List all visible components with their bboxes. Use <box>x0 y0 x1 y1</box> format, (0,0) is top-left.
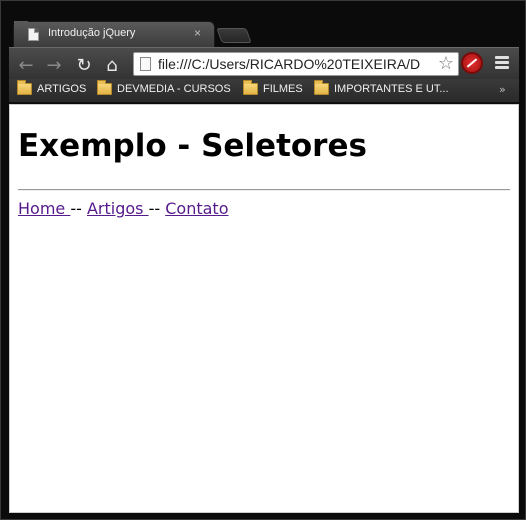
bookmarks-bar: ARTIGOS DEVMEDIA - CURSOS FILMES IMPORTA… <box>9 79 519 103</box>
extension-icon[interactable] <box>461 52 483 74</box>
bookmark-artigos[interactable]: ARTIGOS <box>17 80 87 95</box>
reload-button[interactable]: ↻ <box>73 54 95 76</box>
address-bar[interactable]: file:///C:/Users/RICARDO%20TEIXEIRA/D ☆ <box>133 52 459 76</box>
new-tab-button[interactable] <box>216 28 252 43</box>
link-home[interactable]: Home <box>18 199 70 218</box>
folder-icon <box>97 80 112 95</box>
link-contato[interactable]: Contato <box>165 199 228 218</box>
nav-links: Home -- Artigos -- Contato <box>18 199 510 218</box>
star-icon[interactable]: ☆ <box>438 53 454 74</box>
page-viewport: Exemplo - Seletores Home -- Artigos -- C… <box>9 104 519 513</box>
link-separator: -- <box>70 199 87 218</box>
tab-strip: Introdução jQuery × <box>9 19 519 47</box>
close-tab-icon[interactable]: × <box>194 26 201 40</box>
back-button[interactable]: ← <box>15 54 37 76</box>
folder-icon <box>17 80 32 95</box>
page-icon <box>28 28 39 41</box>
divider <box>18 189 510 191</box>
bookmark-label: IMPORTANTES E UT... <box>334 83 449 95</box>
browser-window: Introdução jQuery × ← → ↻ ⌂ file:///C:/U… <box>0 0 526 520</box>
bookmark-filmes[interactable]: FILMES <box>243 80 303 95</box>
link-separator: -- <box>148 199 166 218</box>
home-button[interactable]: ⌂ <box>101 54 123 76</box>
page-content: Exemplo - Seletores Home -- Artigos -- C… <box>10 105 518 218</box>
folder-icon <box>314 80 329 95</box>
link-artigos[interactable]: Artigos <box>87 199 149 218</box>
toolbar: ← → ↻ ⌂ file:///C:/Users/RICARDO%20TEIXE… <box>9 47 519 79</box>
menu-icon[interactable] <box>495 56 509 71</box>
bookmark-label: DEVMEDIA - CURSOS <box>117 83 231 95</box>
page-icon <box>140 57 151 71</box>
more-bookmarks-icon[interactable]: » <box>499 83 506 96</box>
tab-title: Introdução jQuery <box>48 27 136 39</box>
active-tab[interactable]: Introdução jQuery × <box>13 21 215 47</box>
bookmark-importantes[interactable]: IMPORTANTES E UT... <box>314 80 449 95</box>
folder-icon <box>243 80 258 95</box>
url-text[interactable]: file:///C:/Users/RICARDO%20TEIXEIRA/D <box>158 56 430 72</box>
forward-button[interactable]: → <box>43 54 65 76</box>
bookmark-label: FILMES <box>263 83 303 95</box>
bookmark-devmedia-cursos[interactable]: DEVMEDIA - CURSOS <box>97 80 231 95</box>
page-title: Exemplo - Seletores <box>18 128 367 164</box>
bookmark-label: ARTIGOS <box>37 83 87 95</box>
